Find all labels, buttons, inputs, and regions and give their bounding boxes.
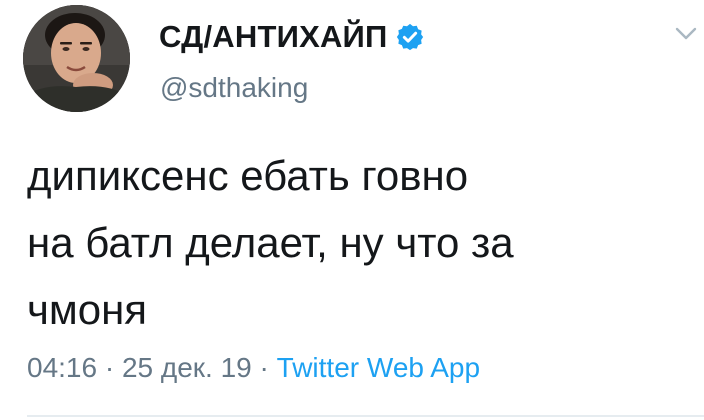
author-name-row[interactable]: СД/АНТИХАЙП — [159, 17, 425, 57]
meta-separator: · — [251, 352, 277, 383]
avatar[interactable] — [23, 5, 130, 112]
tweet-text: дипиксенс ебать говно на батл делает, ну… — [27, 152, 514, 333]
verified-badge-icon — [395, 22, 425, 52]
tweet-time[interactable]: 04:16 — [27, 352, 97, 383]
chevron-down-icon[interactable] — [675, 26, 697, 42]
tweet-meta: 04:16 · 25 дек. 19 · Twitter Web App — [27, 346, 480, 390]
avatar-image — [23, 5, 130, 112]
author-handle[interactable]: @sdthaking — [160, 68, 308, 108]
tweet-date[interactable]: 25 дек. 19 — [122, 352, 252, 383]
author-display-name[interactable]: СД/АНТИХАЙП — [159, 17, 388, 57]
meta-separator: · — [97, 352, 122, 383]
divider — [27, 415, 704, 417]
tweet-card: СД/АНТИХАЙП @sdthaking дипиксенс ебать г… — [0, 0, 704, 420]
tweet-source-link[interactable]: Twitter Web App — [277, 352, 480, 383]
